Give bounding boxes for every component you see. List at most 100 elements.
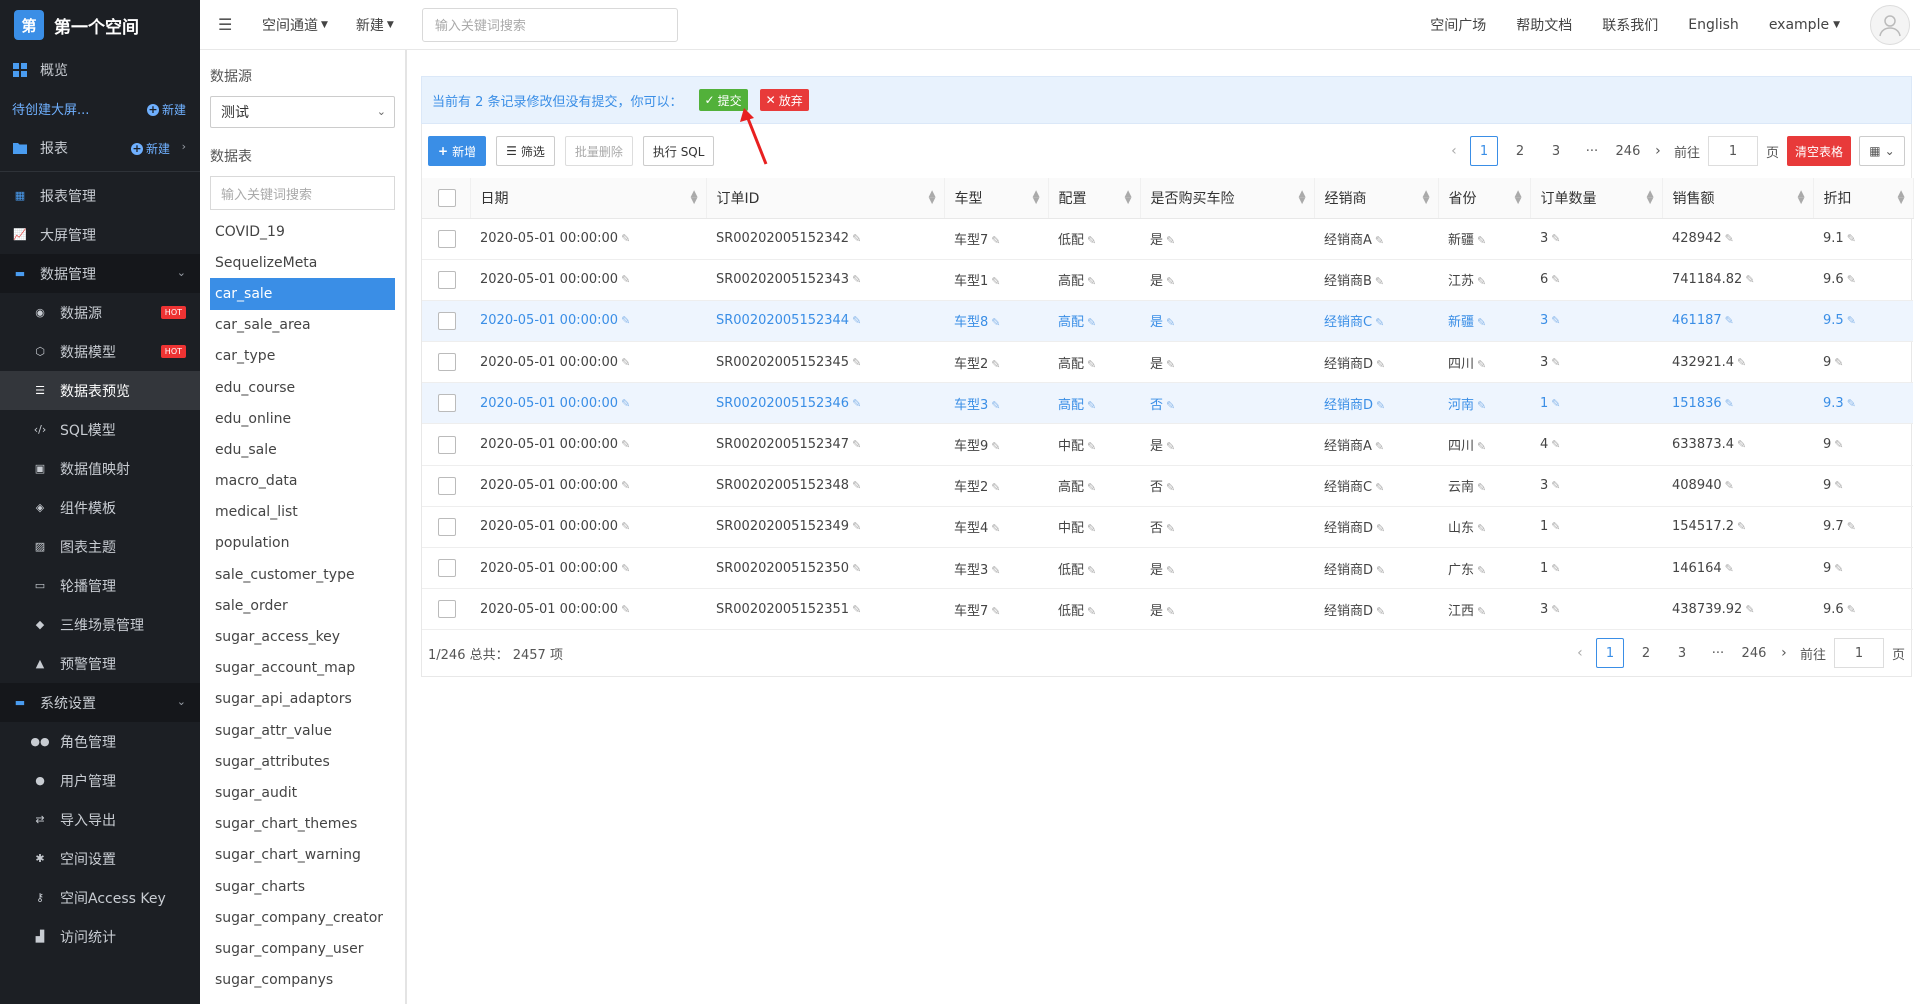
edit-pencil-icon[interactable]: ✎ [1166,522,1175,535]
table-cell[interactable]: 低配 ✎ [1048,218,1140,260]
edit-pencil-icon[interactable]: ✎ [1477,316,1486,329]
sidebar-item-folder-13[interactable]: ▬ 系统设置 ⌄ [0,683,200,722]
table-cell[interactable]: 2020-05-01 00:00:00 ✎ [470,547,706,590]
table-cell[interactable]: 车型2 ✎ [944,465,1048,507]
edit-pencil-icon[interactable]: ✎ [991,440,1000,453]
edit-pencil-icon[interactable]: ✎ [1737,356,1746,369]
edit-pencil-icon[interactable]: ✎ [1834,562,1843,575]
table-cell[interactable]: 经销商D ✎ [1314,588,1438,631]
edit-pencil-icon[interactable]: ✎ [1847,397,1856,410]
edit-pencil-icon[interactable]: ✎ [1166,234,1175,247]
table-list-item[interactable]: sugar_chart_warning [210,840,395,871]
sidebar-item-theme-9[interactable]: ▨ 图表主题 [0,527,200,566]
column-header[interactable]: 是否购买车险 ▲ ▼ [1140,178,1315,219]
batch-delete-button[interactable]: 批量删除 [564,136,633,166]
edit-pencil-icon[interactable]: ✎ [1725,479,1734,492]
row-checkbox[interactable] [438,476,456,495]
table-list-item[interactable]: sale_customer_type [210,559,395,590]
table-cell[interactable]: 146164 ✎ [1662,547,1813,590]
table-cell[interactable]: 2020-05-01 00:00:00 ✎ [470,465,706,507]
edit-pencil-icon[interactable]: ✎ [991,399,1000,412]
sidebar-item-swap-16[interactable]: ⇄ 导入导出 [0,800,200,839]
sort-icon[interactable]: ▲ ▼ [1647,190,1654,206]
table-cell[interactable]: 2020-05-01 00:00:00 ✎ [470,218,706,260]
table-cell[interactable]: 3 ✎ [1530,588,1662,631]
edit-pencil-icon[interactable]: ✎ [621,438,630,451]
table-cell[interactable]: 低配 ✎ [1048,588,1140,631]
edit-pencil-icon[interactable]: ✎ [991,481,1000,494]
table-list-item[interactable]: sugar_attr_value [210,715,395,746]
edit-pencil-icon[interactable]: ✎ [991,316,1000,329]
edit-pencil-icon[interactable]: ✎ [1725,314,1734,327]
edit-pencil-icon[interactable]: ✎ [621,273,630,286]
edit-pencil-icon[interactable]: ✎ [1166,316,1175,329]
edit-pencil-icon[interactable]: ✎ [1375,481,1384,494]
datasource-select[interactable]: 测试 ⌄ [210,96,395,128]
space-channel-menu[interactable]: 空间通道 ▼ [262,15,328,35]
table-cell[interactable]: 高配 ✎ [1048,300,1140,343]
table-cell[interactable]: 9.6 ✎ [1813,259,1913,301]
table-cell[interactable]: 154517.2 ✎ [1662,506,1813,549]
edit-pencil-icon[interactable]: ✎ [1376,522,1385,535]
table-cell[interactable]: 车型8 ✎ [944,300,1048,343]
edit-pencil-icon[interactable]: ✎ [991,522,1000,535]
sidebar-item-overview[interactable]: 概览 [0,50,200,89]
column-header[interactable]: 车型 ▲ ▼ [944,178,1049,219]
row-checkbox[interactable] [438,353,456,372]
edit-pencil-icon[interactable]: ✎ [991,234,1000,247]
sidebar-item-table-0[interactable]: ▦ 报表管理 [0,176,200,215]
table-cell[interactable]: 高配 ✎ [1048,465,1140,507]
avatar[interactable] [1870,4,1910,45]
table-cell[interactable]: 2020-05-01 00:00:00 ✎ [470,341,706,384]
table-cell[interactable]: 四川 ✎ [1438,423,1530,466]
edit-pencil-icon[interactable]: ✎ [1166,275,1175,288]
edit-pencil-icon[interactable]: ✎ [1477,605,1486,618]
column-header[interactable]: 配置 ▲ ▼ [1048,178,1141,219]
edit-pencil-icon[interactable]: ✎ [1834,479,1843,492]
sidebar-item-stats-19[interactable]: ▟ 访问统计 [0,917,200,956]
table-list-item[interactable]: sugar_account_map [210,653,395,684]
edit-pencil-icon[interactable]: ✎ [1166,481,1175,494]
sidebar-item-report[interactable]: 报表 + 新建 › [0,128,200,167]
sort-icon[interactable]: ▲ ▼ [1798,190,1805,206]
link-space-square[interactable]: 空间广场 [1430,15,1486,35]
table-cell[interactable]: SR00202005152348 ✎ [706,465,944,507]
row-checkbox[interactable] [438,394,456,413]
brand[interactable]: 第 第一个空间 [0,0,200,50]
edit-pencil-icon[interactable]: ✎ [1166,440,1175,453]
table-list-item[interactable]: SequelizeMeta [210,247,395,278]
edit-pencil-icon[interactable]: ✎ [1087,234,1096,247]
edit-pencil-icon[interactable]: ✎ [1551,314,1560,327]
edit-pencil-icon[interactable]: ✎ [1847,232,1856,245]
next-page-icon[interactable]: › [1650,143,1666,159]
table-cell[interactable]: 2020-05-01 00:00:00 ✎ [470,259,706,301]
table-cell[interactable]: SR00202005152345 ✎ [706,341,944,384]
column-header[interactable]: 经销商 ▲ ▼ [1314,178,1439,219]
table-cell[interactable]: 2020-05-01 00:00:00 ✎ [470,300,706,343]
edit-pencil-icon[interactable]: ✎ [621,479,630,492]
edit-pencil-icon[interactable]: ✎ [1477,399,1486,412]
table-cell[interactable]: 9 ✎ [1813,423,1913,466]
page-2[interactable]: 2 [1506,136,1534,166]
table-cell[interactable]: 是 ✎ [1140,341,1314,384]
table-row[interactable]: 2020-05-01 00:00:00 ✎ SR00202005152350 ✎ 车型3… [422,547,1913,590]
table-list-item[interactable]: sugar_charts [210,871,395,902]
column-header[interactable]: 折扣 ▲ ▼ [1813,178,1914,219]
table-cell[interactable]: SR00202005152342 ✎ [706,218,944,260]
table-cell[interactable]: 新疆 ✎ [1438,300,1530,343]
edit-pencil-icon[interactable]: ✎ [1166,358,1175,371]
table-cell[interactable]: 低配 ✎ [1048,547,1140,590]
edit-pencil-icon[interactable]: ✎ [991,275,1000,288]
edit-pencil-icon[interactable]: ✎ [621,356,630,369]
table-cell[interactable]: 3 ✎ [1530,341,1662,384]
table-cell[interactable]: 是 ✎ [1140,588,1314,631]
edit-pencil-icon[interactable]: ✎ [852,356,861,369]
edit-pencil-icon[interactable]: ✎ [1551,397,1560,410]
edit-pencil-icon[interactable]: ✎ [1375,275,1384,288]
link-contact[interactable]: 联系我们 [1602,15,1658,35]
column-header[interactable]: 省份 ▲ ▼ [1438,178,1531,219]
edit-pencil-icon[interactable]: ✎ [1725,562,1734,575]
table-cell[interactable]: 是 ✎ [1140,300,1314,343]
sidebar-item-pending-screen[interactable]: 待创建大屏... + 新建 [0,89,200,128]
table-cell[interactable]: SR00202005152350 ✎ [706,547,944,590]
